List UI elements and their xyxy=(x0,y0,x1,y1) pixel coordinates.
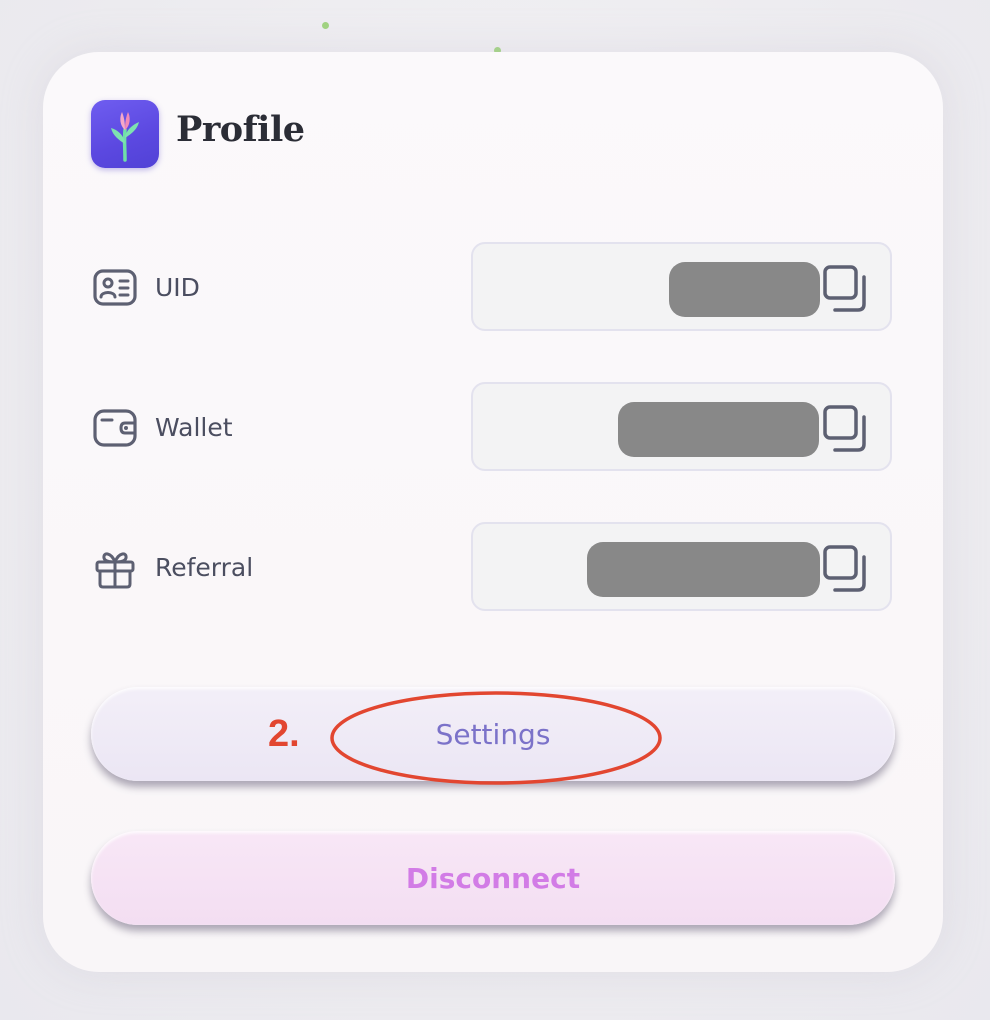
copy-uid-button[interactable] xyxy=(822,264,872,314)
referral-field xyxy=(471,522,892,611)
uid-field xyxy=(471,242,892,331)
wallet-field xyxy=(471,382,892,471)
copy-icon xyxy=(823,545,866,592)
wallet-icon xyxy=(93,406,137,450)
redacted-wallet-value xyxy=(618,402,819,457)
uid-label: UID xyxy=(155,273,200,302)
page-title: Profile xyxy=(176,109,305,150)
disconnect-button-label: Disconnect xyxy=(405,861,581,895)
redacted-referral-value xyxy=(587,542,820,597)
flower-icon xyxy=(91,100,159,168)
copy-icon xyxy=(823,405,866,452)
copy-wallet-button[interactable] xyxy=(822,404,872,454)
referral-label: Referral xyxy=(155,553,254,582)
id-card-icon xyxy=(93,266,137,310)
decorative-dot xyxy=(322,22,329,29)
copy-referral-button[interactable] xyxy=(822,544,872,594)
copy-icon xyxy=(823,265,866,312)
wallet-label: Wallet xyxy=(155,413,233,442)
redacted-uid-value xyxy=(669,262,820,317)
annotation-step-number: 2. xyxy=(268,713,300,755)
gift-icon xyxy=(93,546,137,590)
disconnect-button[interactable]: Disconnect xyxy=(91,831,895,925)
profile-card: Profile UID Wallet Referral Settings Dis… xyxy=(43,52,943,972)
annotation-ellipse xyxy=(330,691,662,785)
